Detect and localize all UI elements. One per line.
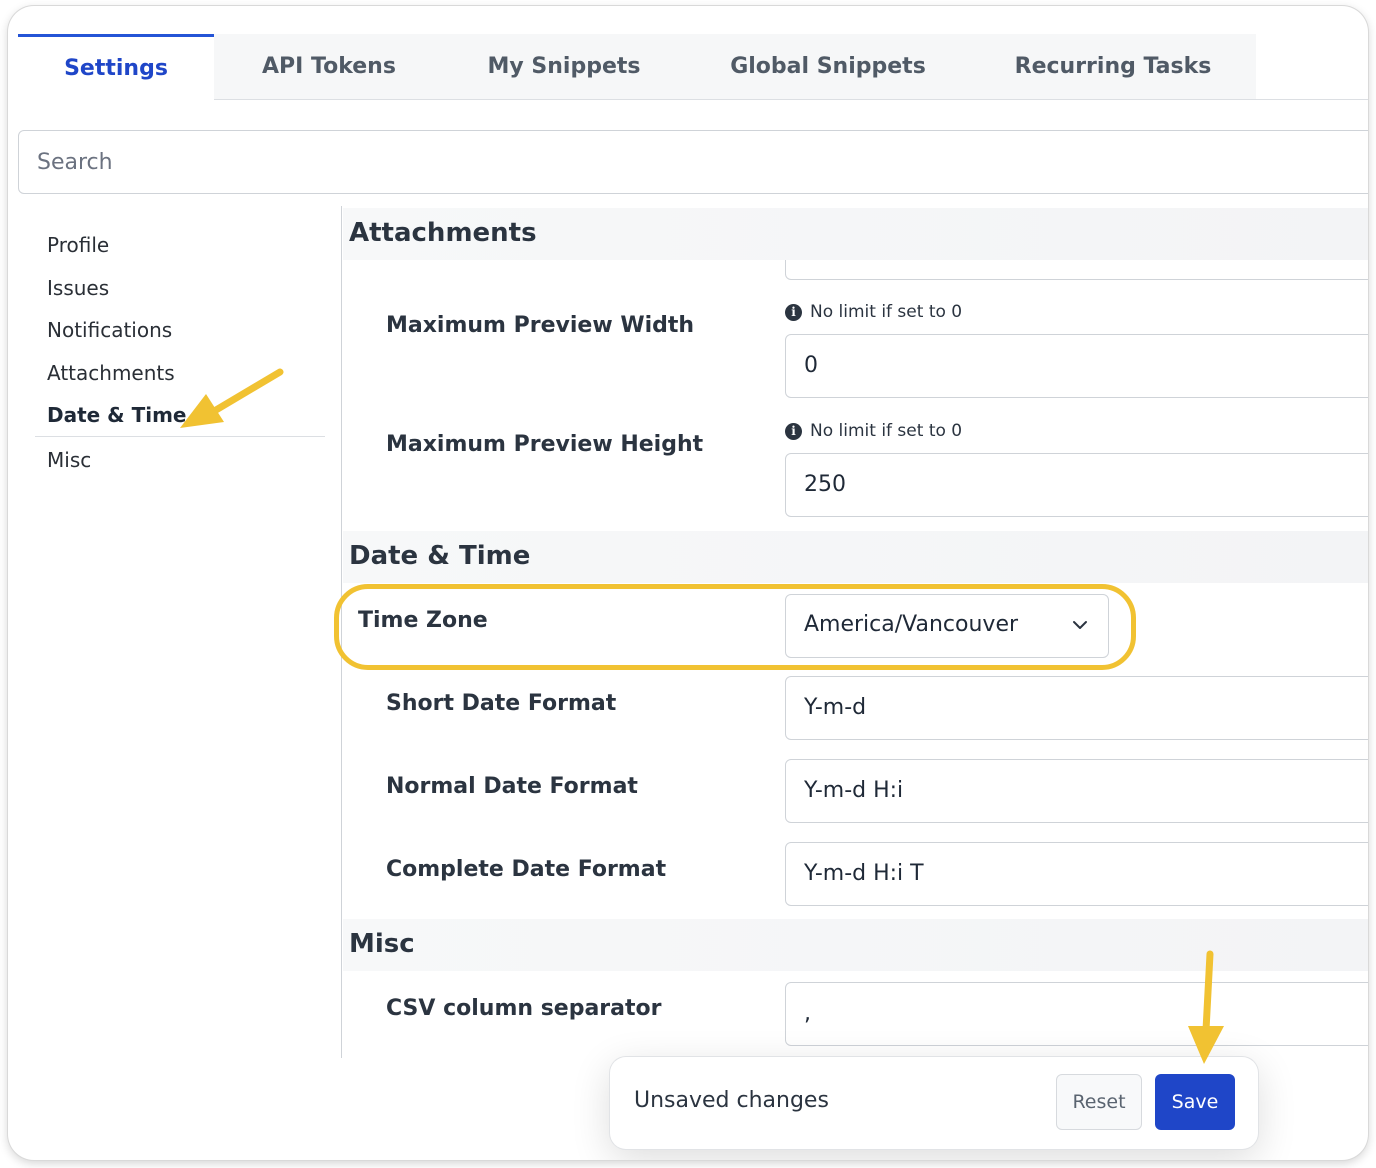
csv-separator-label: CSV column separator <box>386 996 662 1021</box>
max-preview-height-label: Maximum Preview Height <box>386 432 704 457</box>
normal-date-format-input[interactable]: Y-m-d H:i <box>785 759 1368 823</box>
reset-button[interactable]: Reset <box>1056 1074 1142 1130</box>
tab-global-snippets[interactable]: Global Snippets <box>708 34 948 100</box>
settings-window: Settings API Tokens My Snippets Global S… <box>8 6 1368 1160</box>
section-title: Misc <box>349 929 415 959</box>
section-attachments: Attachments <box>343 208 1368 260</box>
csv-separator-input[interactable]: , <box>785 982 1368 1046</box>
hint-text: No limit if set to 0 <box>810 302 963 322</box>
time-zone-value: America/Vancouver <box>804 612 1019 637</box>
max-preview-width-hint: i No limit if set to 0 <box>785 302 962 322</box>
tab-recurring-tasks[interactable]: Recurring Tasks <box>998 34 1228 100</box>
tab-my-snippets[interactable]: My Snippets <box>464 34 664 100</box>
search-input[interactable] <box>18 130 1368 194</box>
sidebar-item-profile[interactable]: Profile <box>47 233 109 257</box>
sidebar-divider <box>35 436 325 437</box>
tab-api-tokens[interactable]: API Tokens <box>224 34 434 100</box>
info-icon: i <box>785 422 802 440</box>
chevron-down-icon <box>1073 621 1087 629</box>
time-zone-select[interactable]: America/Vancouver <box>785 594 1109 658</box>
complete-date-format-input[interactable]: Y-m-d H:i T <box>785 842 1368 906</box>
sidebar-item-notifications[interactable]: Notifications <box>47 318 172 342</box>
section-misc: Misc <box>343 919 1368 971</box>
sidebar-item-issues[interactable]: Issues <box>47 276 109 300</box>
unsaved-changes-bar: Unsaved changes Reset Save <box>610 1057 1258 1149</box>
tab-settings[interactable]: Settings <box>18 34 214 100</box>
sidebar-item-misc[interactable]: Misc <box>47 448 91 472</box>
section-date-time: Date & Time <box>343 531 1368 583</box>
unsaved-changes-text: Unsaved changes <box>634 1088 829 1113</box>
sidebar-item-date-time[interactable]: Date & Time <box>47 403 187 427</box>
max-preview-height-hint: i No limit if set to 0 <box>785 421 962 441</box>
content-divider <box>341 206 342 1058</box>
complete-date-format-label: Complete Date Format <box>386 857 667 882</box>
section-title: Attachments <box>349 218 537 248</box>
max-preview-width-label: Maximum Preview Width <box>386 313 695 338</box>
short-date-format-label: Short Date Format <box>386 691 617 716</box>
max-preview-width-input[interactable]: 0 <box>785 334 1368 398</box>
sidebar-item-attachments[interactable]: Attachments <box>47 361 175 385</box>
info-icon: i <box>785 303 802 321</box>
hint-text: No limit if set to 0 <box>810 421 963 441</box>
annotation-arrow-icon <box>180 368 284 428</box>
time-zone-label: Time Zone <box>358 608 488 633</box>
max-preview-height-input[interactable]: 250 <box>785 453 1368 517</box>
short-date-format-input[interactable]: Y-m-d <box>785 676 1368 740</box>
section-title: Date & Time <box>349 541 531 571</box>
save-button[interactable]: Save <box>1155 1074 1235 1130</box>
normal-date-format-label: Normal Date Format <box>386 774 638 799</box>
